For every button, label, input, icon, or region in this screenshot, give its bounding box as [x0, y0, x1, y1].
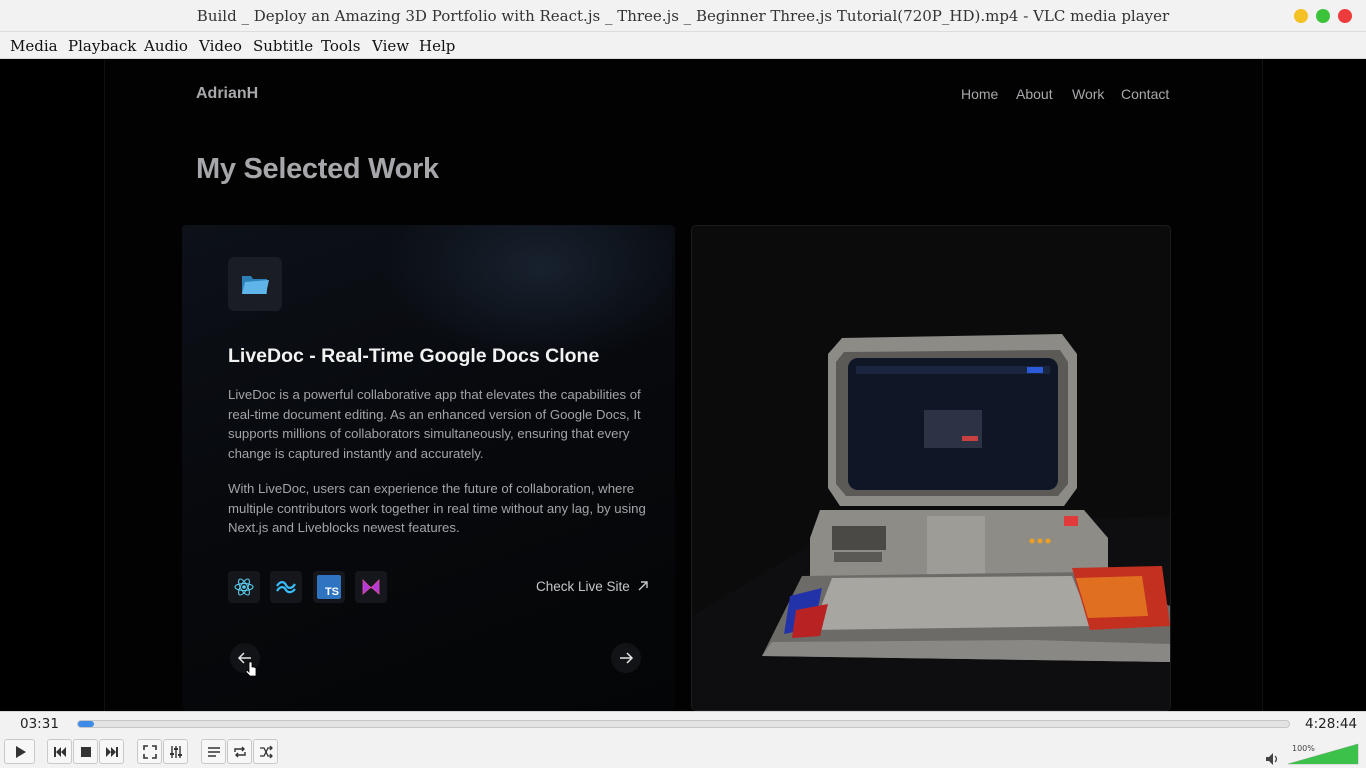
maximize-button[interactable]: [1316, 9, 1330, 23]
nav-home: Home: [961, 86, 999, 102]
seek-bar[interactable]: [77, 720, 1290, 728]
shuffle-icon: [259, 745, 273, 758]
project-title: LiveDoc - Real-Time Google Docs Clone: [228, 345, 600, 367]
menu-subtitle[interactable]: Subtitle: [253, 37, 313, 55]
playlist-icon: [207, 746, 220, 757]
nav-contact: Contact: [1121, 86, 1170, 102]
next-project-button: [611, 643, 641, 673]
project-description-1: LiveDoc is a powerful collaborative app …: [228, 387, 641, 461]
menu-help[interactable]: Help: [419, 37, 455, 55]
equalizer-icon: [169, 745, 182, 758]
extended-settings-button[interactable]: [163, 739, 188, 764]
retro-computer-illustration: [692, 334, 1170, 710]
folder-icon: [242, 276, 269, 294]
project-logo: [228, 257, 282, 311]
menu-video[interactable]: Video: [199, 37, 242, 55]
tailwind-icon: [270, 571, 302, 603]
project-preview-card: [691, 225, 1171, 711]
menu-media[interactable]: Media: [10, 37, 58, 55]
total-duration: 4:28:44: [1305, 716, 1358, 732]
stop-icon: [80, 746, 91, 757]
arrow-up-right-icon: [638, 581, 648, 591]
fullscreen-icon: [142, 744, 157, 759]
menu-bar: Media Playback Audio Video Subtitle Tool…: [0, 32, 1366, 59]
seek-progress: [78, 721, 94, 727]
next-button[interactable]: [99, 739, 124, 764]
window-title: Build _ Deploy an Amazing 3D Portfolio w…: [196, 7, 1170, 25]
typescript-icon: TS: [313, 571, 345, 603]
playlist-button[interactable]: [201, 739, 226, 764]
menu-audio[interactable]: Audio: [144, 37, 188, 55]
loop-icon: [233, 746, 246, 757]
play-button[interactable]: [4, 739, 35, 764]
play-icon: [15, 745, 26, 758]
check-live-site-link: Check Live Site: [536, 579, 649, 594]
mouse-cursor-icon: [245, 661, 257, 677]
window-titlebar: Build _ Deploy an Amazing 3D Portfolio w…: [0, 0, 1366, 32]
nav-about: About: [1016, 86, 1053, 102]
project-description-2: With LiveDoc, users can experience the f…: [228, 481, 646, 535]
menu-tools[interactable]: Tools: [321, 37, 360, 55]
fullscreen-button[interactable]: [137, 739, 162, 764]
react-icon: [228, 571, 260, 603]
player-controls: 03:31 4:28:44 100%: [0, 711, 1366, 768]
arrow-right-icon: [620, 652, 634, 664]
menu-view[interactable]: View: [372, 37, 409, 55]
loop-button[interactable]: [227, 739, 252, 764]
menu-playback[interactable]: Playback: [68, 37, 136, 55]
live-link-label: Check Live Site: [536, 579, 630, 594]
stop-button[interactable]: [73, 739, 98, 764]
close-button[interactable]: [1338, 9, 1352, 23]
skip-forward-icon: [105, 746, 118, 757]
section-heading: My Selected Work: [196, 153, 439, 185]
skip-back-icon: [53, 746, 66, 757]
previous-button[interactable]: [47, 739, 72, 764]
site-brand: AdrianH: [196, 85, 259, 102]
typescript-label: TS: [324, 586, 339, 598]
shuffle-button[interactable]: [253, 739, 278, 764]
nav-work: Work: [1072, 86, 1105, 102]
minimize-button[interactable]: [1294, 9, 1308, 23]
video-frame[interactable]: AdrianH Home About Work Contact My Selec…: [0, 59, 1366, 711]
volume-slider[interactable]: [1286, 742, 1360, 766]
liveblocks-icon: [355, 571, 387, 603]
speaker-icon[interactable]: [1265, 752, 1279, 766]
elapsed-time: 03:31: [20, 716, 59, 732]
